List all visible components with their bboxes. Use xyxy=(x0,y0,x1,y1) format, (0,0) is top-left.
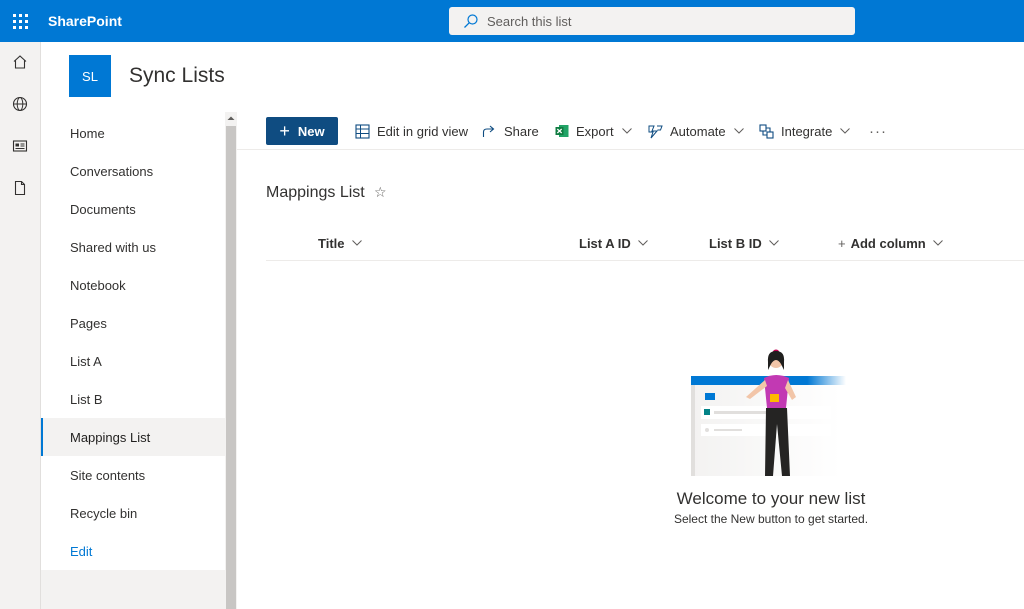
edit-grid-view-label: Edit in grid view xyxy=(377,123,469,139)
site-title[interactable]: Sync Lists xyxy=(129,64,225,88)
empty-state-heading: Welcome to your new list xyxy=(676,489,866,508)
home-icon xyxy=(12,54,28,75)
brand-link[interactable]: SharePoint xyxy=(48,0,122,42)
site-logo[interactable]: SL xyxy=(69,55,111,97)
app-launcher-button[interactable] xyxy=(0,0,40,42)
column-header-list-a-id-label: List A ID xyxy=(579,235,631,251)
share-button[interactable]: Share xyxy=(482,117,539,145)
chevron-down-icon xyxy=(840,128,851,134)
empty-list-illustration xyxy=(691,349,846,476)
appbar-news-button[interactable] xyxy=(0,128,40,168)
nav-item-notebook[interactable]: Notebook xyxy=(41,266,225,304)
list-title: Mappings List xyxy=(266,184,365,201)
integrate-icon xyxy=(759,123,774,139)
grid-icon xyxy=(355,123,370,139)
export-label: Export xyxy=(576,123,614,139)
share-icon xyxy=(482,124,497,139)
automate-label: Automate xyxy=(670,123,726,139)
chevron-down-icon xyxy=(621,128,632,134)
nav-item-home[interactable]: Home xyxy=(41,114,225,152)
chevron-down-icon xyxy=(768,240,779,246)
add-column-label: Add column xyxy=(850,235,926,251)
nav-scrollbar[interactable] xyxy=(225,112,237,609)
document-icon xyxy=(12,180,28,201)
automate-button[interactable]: Automate xyxy=(648,117,744,145)
more-options-button[interactable]: ··· xyxy=(869,117,887,145)
column-header-list-a-id[interactable]: List A ID xyxy=(579,225,648,261)
chevron-down-icon xyxy=(351,240,362,246)
favorite-star-icon[interactable]: ☆ xyxy=(374,184,387,201)
flow-icon xyxy=(648,124,663,139)
command-bar: + New Edit in grid view Share Export Aut… xyxy=(237,112,1024,150)
nav-item-list-a[interactable]: List A xyxy=(41,342,225,380)
nav-footer xyxy=(41,570,225,609)
new-button-label: New xyxy=(297,123,325,139)
integrate-label: Integrate xyxy=(781,123,833,139)
chevron-down-icon xyxy=(733,128,744,134)
suite-bar: SharePoint xyxy=(0,0,1024,42)
add-column-plus-icon: + xyxy=(838,235,846,251)
export-button[interactable]: Export xyxy=(555,117,632,145)
appbar-sites-button[interactable] xyxy=(0,86,40,126)
search-icon xyxy=(463,13,479,29)
nav-item-mappings-list[interactable]: Mappings List xyxy=(41,418,225,456)
nav-item-pages[interactable]: Pages xyxy=(41,304,225,342)
empty-state-subtext: Select the New button to get started. xyxy=(673,512,869,526)
nav-item-conversations[interactable]: Conversations xyxy=(41,152,225,190)
appbar-files-button[interactable] xyxy=(0,170,40,210)
search-box[interactable] xyxy=(449,7,855,35)
plus-icon: + xyxy=(279,121,290,141)
app-bar xyxy=(0,42,41,609)
nav-item-site-contents[interactable]: Site contents xyxy=(41,456,225,494)
nav-item-documents[interactable]: Documents xyxy=(41,190,225,228)
search-input[interactable] xyxy=(487,13,827,29)
left-navigation: Home Conversations Documents Shared with… xyxy=(41,112,225,609)
share-label: Share xyxy=(504,123,539,139)
scroll-up-arrow-icon[interactable] xyxy=(225,112,237,124)
chevron-down-icon xyxy=(932,240,943,246)
column-header-list-b-id-label: List B ID xyxy=(709,235,762,251)
site-header: SL Sync Lists xyxy=(41,42,1024,112)
column-header-title[interactable]: Title xyxy=(318,225,362,261)
column-header-list-b-id[interactable]: List B ID xyxy=(709,225,779,261)
add-column-button[interactable]: + Add column xyxy=(838,225,943,261)
column-header-title-label: Title xyxy=(318,235,345,251)
scrollbar-thumb[interactable] xyxy=(226,126,236,609)
integrate-button[interactable]: Integrate xyxy=(759,117,851,145)
appbar-home-button[interactable] xyxy=(0,44,40,84)
nav-item-recycle-bin[interactable]: Recycle bin xyxy=(41,494,225,532)
nav-item-shared-with-us[interactable]: Shared with us xyxy=(41,228,225,266)
excel-icon xyxy=(555,124,569,138)
nav-edit-link[interactable]: Edit xyxy=(41,532,225,570)
news-icon xyxy=(12,138,28,159)
new-button[interactable]: + New xyxy=(266,117,338,145)
chevron-down-icon xyxy=(637,240,648,246)
globe-icon xyxy=(12,96,28,117)
column-header-row: Title List A ID List B ID + Add column xyxy=(266,225,1024,261)
nav-item-list-b[interactable]: List B xyxy=(41,380,225,418)
waffle-icon xyxy=(12,13,28,29)
edit-grid-view-button[interactable]: Edit in grid view xyxy=(355,117,468,145)
